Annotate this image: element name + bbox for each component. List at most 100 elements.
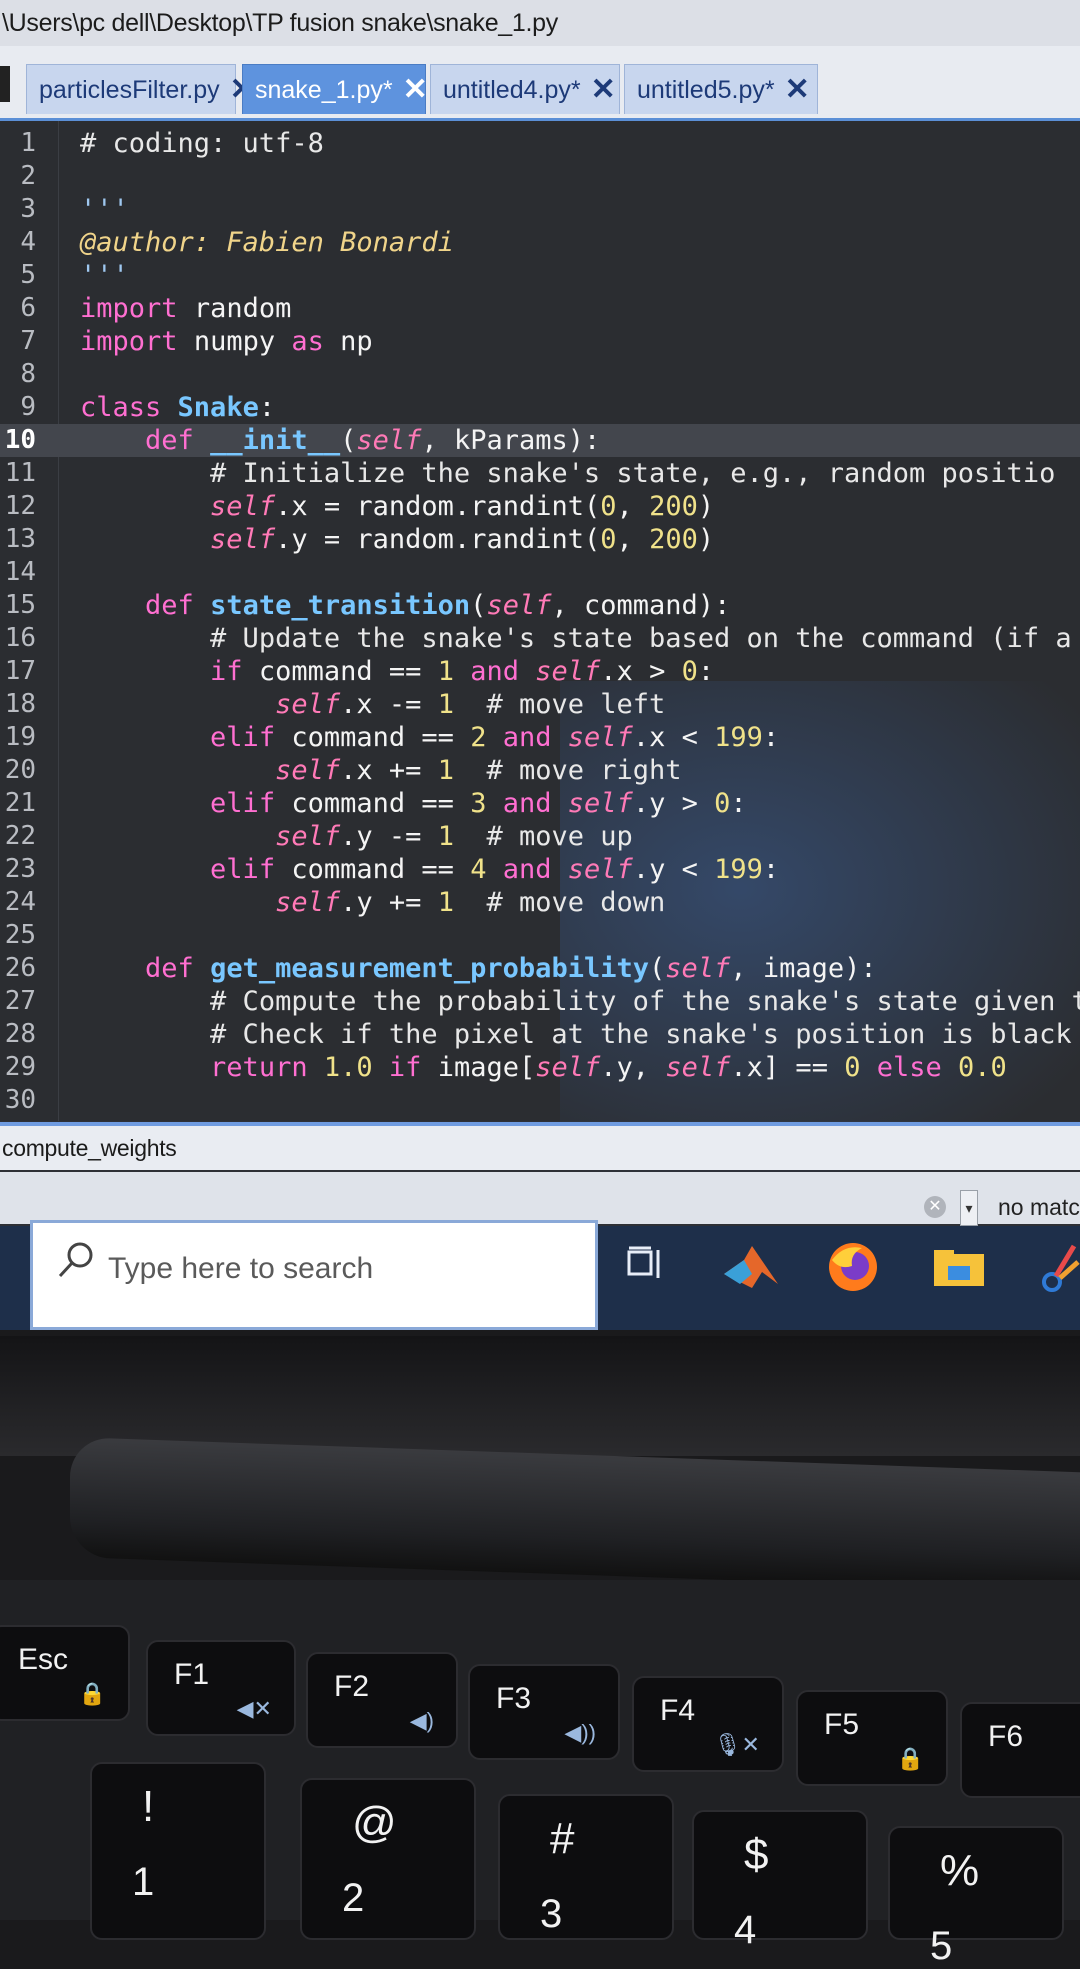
- key-f4[interactable]: F4 🎙✕: [632, 1676, 784, 1772]
- key-f3[interactable]: F3 ◀)): [468, 1664, 620, 1760]
- code-text[interactable]: # coding: utf-8: [80, 127, 324, 160]
- line-number: 13: [4, 524, 36, 554]
- code-line[interactable]: 2: [0, 160, 1080, 193]
- code-text[interactable]: def get_measurement_probability(self, im…: [80, 952, 877, 985]
- search-input[interactable]: Type here to search: [108, 1252, 373, 1286]
- matlab-icon[interactable]: [722, 1238, 780, 1294]
- code-line[interactable]: 15 def state_transition(self, command):: [0, 589, 1080, 622]
- code-line[interactable]: 11 # Initialize the snake's state, e.g.,…: [0, 457, 1080, 490]
- key-1[interactable]: ! 1: [90, 1762, 266, 1940]
- tab-label: particlesFilter.py: [39, 75, 220, 104]
- close-icon[interactable]: ✕: [785, 74, 810, 105]
- code-line[interactable]: 24 self.y += 1 # move down: [0, 886, 1080, 919]
- key-digit: 1: [132, 1860, 155, 1904]
- line-number: 8: [20, 359, 36, 389]
- code-text[interactable]: return 1.0 if image[self.y, self.x] == 0…: [80, 1051, 1007, 1084]
- key-f6[interactable]: F6: [960, 1702, 1080, 1798]
- code-text[interactable]: self.y += 1 # move down: [80, 886, 665, 919]
- line-number: 2: [20, 161, 36, 191]
- code-line[interactable]: 23 elif command == 4 and self.y < 199:: [0, 853, 1080, 886]
- outline-current-function: compute_weights: [0, 1126, 1080, 1170]
- key-4[interactable]: $4: [692, 1810, 868, 1952]
- code-text[interactable]: ''': [80, 193, 129, 226]
- code-line[interactable]: 14: [0, 556, 1080, 589]
- code-text[interactable]: ''': [80, 259, 129, 292]
- close-icon[interactable]: ✕: [591, 74, 616, 105]
- code-text[interactable]: @author: Fabien Bonardi: [80, 226, 454, 259]
- code-text[interactable]: if command == 1 and self.x > 0:: [80, 655, 714, 688]
- code-text[interactable]: self.y = random.randint(0, 200): [80, 523, 714, 556]
- line-number: 16: [4, 623, 36, 653]
- code-text[interactable]: def __init__(self, kParams):: [80, 424, 600, 457]
- key-f1[interactable]: F1 ◀✕: [146, 1640, 296, 1736]
- line-number: 6: [20, 293, 36, 323]
- code-line[interactable]: 4 @author: Fabien Bonardi: [0, 226, 1080, 259]
- code-line[interactable]: 19 elif command == 2 and self.x < 199:: [0, 721, 1080, 754]
- key-function-icon: 🔒: [78, 1681, 106, 1706]
- code-line[interactable]: 21 elif command == 3 and self.y > 0:: [0, 787, 1080, 820]
- code-line[interactable]: 5 ''': [0, 259, 1080, 292]
- code-text[interactable]: # Initialize the snake's state, e.g., ra…: [80, 457, 1055, 490]
- find-status: no matc: [998, 1194, 1080, 1220]
- code-text[interactable]: self.x += 1 # move right: [80, 754, 681, 787]
- code-line[interactable]: 3 ''': [0, 193, 1080, 226]
- key-esc[interactable]: Esc 🔒: [0, 1625, 130, 1721]
- tab-particlesfilter[interactable]: particlesFilter.py ✕: [26, 64, 255, 114]
- code-line[interactable]: 26 def get_measurement_probability(self,…: [0, 952, 1080, 985]
- code-text[interactable]: elif command == 4 and self.y < 199:: [80, 853, 779, 886]
- code-line[interactable]: 6 import random: [0, 292, 1080, 325]
- line-number: 25: [4, 920, 36, 950]
- code-line[interactable]: 27 # Compute the probability of the snak…: [0, 985, 1080, 1018]
- code-line[interactable]: 25: [0, 919, 1080, 952]
- find-bar[interactable]: [0, 1172, 1080, 1224]
- key-label: F1: [174, 1658, 210, 1691]
- code-text[interactable]: # Check if the pixel at the snake's posi…: [80, 1018, 1080, 1051]
- code-text[interactable]: elif command == 3 and self.y > 0:: [80, 787, 747, 820]
- line-number: 12: [4, 491, 36, 521]
- close-icon[interactable]: ✕: [403, 74, 428, 105]
- code-text[interactable]: # Update the snake's state based on the …: [80, 622, 1072, 655]
- find-dropdown[interactable]: ▾: [960, 1190, 978, 1226]
- code-line[interactable]: 1 # coding: utf-8: [0, 127, 1080, 160]
- code-text[interactable]: def state_transition(self, command):: [80, 589, 730, 622]
- code-line[interactable]: 18 self.x -= 1 # move left: [0, 688, 1080, 721]
- tab-snake-1[interactable]: snake_1.py* ✕: [242, 64, 428, 114]
- firefox-icon[interactable]: [826, 1240, 880, 1294]
- code-line[interactable]: 12 self.x = random.randint(0, 200): [0, 490, 1080, 523]
- code-line[interactable]: 7 import numpy as np: [0, 325, 1080, 358]
- line-number: 24: [4, 887, 36, 917]
- code-line[interactable]: 10 def __init__(self, kParams):: [0, 424, 1080, 457]
- code-line[interactable]: 29 return 1.0 if image[self.y, self.x] =…: [0, 1051, 1080, 1084]
- task-view-icon[interactable]: [626, 1244, 666, 1284]
- code-editor[interactable]: 1 # coding: utf-8 2 3 ''' 4 @author: Fabien Bo…: [0, 121, 1080, 1201]
- key-f2[interactable]: F2 ◀): [306, 1652, 458, 1748]
- code-line[interactable]: 17 if command == 1 and self.x > 0:: [0, 655, 1080, 688]
- code-line[interactable]: 28 # Check if the pixel at the snake's p…: [0, 1018, 1080, 1051]
- code-line[interactable]: 16 # Update the snake's state based on t…: [0, 622, 1080, 655]
- code-line[interactable]: 9 class Snake:: [0, 391, 1080, 424]
- key-f5[interactable]: F5 🔒: [796, 1690, 948, 1786]
- key-3[interactable]: #3: [498, 1794, 674, 1940]
- file-explorer-icon[interactable]: [932, 1248, 986, 1288]
- key-digit: 5: [930, 1924, 953, 1968]
- tab-untitled5[interactable]: untitled5.py* ✕: [624, 64, 818, 114]
- code-line[interactable]: 22 self.y -= 1 # move up: [0, 820, 1080, 853]
- snipping-tool-icon[interactable]: [1040, 1242, 1080, 1296]
- code-line[interactable]: 30: [0, 1084, 1080, 1117]
- code-line[interactable]: 20 self.x += 1 # move right: [0, 754, 1080, 787]
- code-text[interactable]: self.y -= 1 # move up: [80, 820, 633, 853]
- code-text[interactable]: class Snake:: [80, 391, 275, 424]
- code-text[interactable]: import random: [80, 292, 291, 325]
- clear-icon[interactable]: ✕: [924, 1196, 946, 1218]
- code-text[interactable]: self.x -= 1 # move left: [80, 688, 665, 721]
- tab-untitled4[interactable]: untitled4.py* ✕: [430, 64, 620, 114]
- code-text[interactable]: import numpy as np: [80, 325, 373, 358]
- key-2[interactable]: @2: [300, 1778, 476, 1940]
- code-text[interactable]: elif command == 2 and self.x < 199:: [80, 721, 779, 754]
- tab-bar-edge: [0, 66, 10, 102]
- key-5[interactable]: % 5: [888, 1826, 1064, 1968]
- code-text[interactable]: self.x = random.randint(0, 200): [80, 490, 714, 523]
- code-line[interactable]: 13 self.y = random.randint(0, 200): [0, 523, 1080, 556]
- code-line[interactable]: 8: [0, 358, 1080, 391]
- code-text[interactable]: # Compute the probability of the snake's…: [80, 985, 1080, 1018]
